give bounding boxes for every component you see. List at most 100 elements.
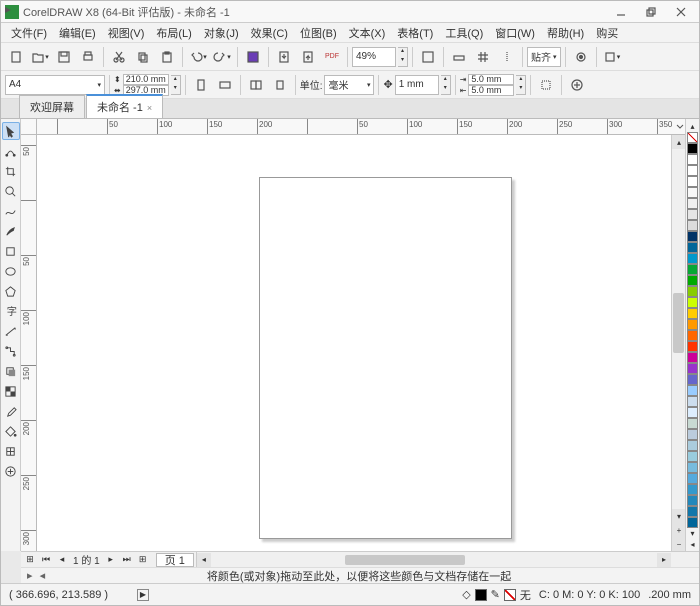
swatch-20[interactable] bbox=[687, 363, 698, 374]
freehand-tool[interactable] bbox=[2, 202, 20, 220]
parallel-dim-tool[interactable] bbox=[2, 322, 20, 340]
menu-8[interactable]: 表格(T) bbox=[391, 23, 439, 43]
palette-up-icon[interactable]: ▴ bbox=[687, 121, 698, 132]
zoom-tool[interactable] bbox=[2, 182, 20, 200]
vertical-scrollbar[interactable]: ▴▾ + − bbox=[671, 135, 685, 551]
last-page-button[interactable]: ⏭ bbox=[120, 553, 134, 567]
nudge-input[interactable] bbox=[395, 75, 439, 95]
ruler-options-icon[interactable] bbox=[675, 119, 685, 135]
restore-button[interactable] bbox=[637, 3, 665, 21]
tab-arrow-icon[interactable] bbox=[0, 0, 16, 20]
first-page-button[interactable]: ⏮ bbox=[39, 553, 53, 567]
snap-dropdown[interactable]: 贴齐▾ bbox=[527, 47, 561, 67]
menu-12[interactable]: 购买 bbox=[590, 23, 624, 43]
swatch-26[interactable] bbox=[687, 429, 698, 440]
swatch-28[interactable] bbox=[687, 451, 698, 462]
ruler-origin[interactable] bbox=[21, 119, 37, 135]
swatch-3[interactable] bbox=[687, 176, 698, 187]
nudge-spinner[interactable]: ▴▾ bbox=[441, 75, 451, 95]
launch-button[interactable]: ▾ bbox=[601, 46, 623, 68]
swatch-0[interactable] bbox=[687, 143, 698, 154]
zoom-input[interactable] bbox=[352, 47, 396, 67]
menu-1[interactable]: 编辑(E) bbox=[53, 23, 102, 43]
swatch-32[interactable] bbox=[687, 495, 698, 506]
export-button[interactable] bbox=[297, 46, 319, 68]
swatch-12[interactable] bbox=[687, 275, 698, 286]
connector-tool[interactable] bbox=[2, 342, 20, 360]
menu-3[interactable]: 布局(L) bbox=[150, 23, 197, 43]
page-tab[interactable]: 页 1 bbox=[156, 553, 194, 567]
transparency-tool[interactable] bbox=[2, 382, 20, 400]
horizontal-ruler[interactable]: 5010015020050100150200250300350 bbox=[37, 119, 675, 135]
new-button[interactable] bbox=[5, 46, 27, 68]
page-width-input[interactable] bbox=[123, 74, 169, 85]
palette-down-icon[interactable]: ▾ bbox=[687, 528, 698, 539]
open-button[interactable]: ▾ bbox=[29, 46, 51, 68]
portrait-button[interactable] bbox=[190, 74, 212, 96]
swatch-14[interactable] bbox=[687, 297, 698, 308]
menu-2[interactable]: 视图(V) bbox=[102, 23, 151, 43]
duplicate-spinner[interactable]: ▴▾ bbox=[516, 75, 526, 95]
cut-button[interactable] bbox=[108, 46, 130, 68]
swatch-4[interactable] bbox=[687, 187, 698, 198]
fullscreen-button[interactable] bbox=[417, 46, 439, 68]
swatch-16[interactable] bbox=[687, 319, 698, 330]
menu-9[interactable]: 工具(Q) bbox=[439, 23, 489, 43]
current-page-button[interactable] bbox=[269, 74, 291, 96]
eyedropper-tool[interactable] bbox=[2, 402, 20, 420]
swatch-22[interactable] bbox=[687, 385, 698, 396]
rectangle-tool[interactable] bbox=[2, 242, 20, 260]
swatch-31[interactable] bbox=[687, 484, 698, 495]
units-dropdown[interactable]: 毫米▾ bbox=[324, 75, 374, 95]
swatch-23[interactable] bbox=[687, 396, 698, 407]
vertical-ruler[interactable]: 5050100150200250300 bbox=[21, 135, 37, 551]
zoom-out-button[interactable]: − bbox=[672, 537, 685, 551]
hint-arrow-icon[interactable]: ▸ ◂ bbox=[27, 569, 47, 582]
page-size-spinner[interactable]: ▴▾ bbox=[171, 75, 181, 95]
zoom-in-button[interactable]: + bbox=[672, 523, 685, 537]
tab-welcome[interactable]: 欢迎屏幕 bbox=[19, 95, 85, 118]
save-button[interactable] bbox=[53, 46, 75, 68]
fill-tool[interactable] bbox=[2, 422, 20, 440]
outline-indicator-icon[interactable]: ✎ bbox=[491, 588, 500, 601]
add-page-after-icon[interactable]: ⊞ bbox=[136, 553, 150, 567]
paste-button[interactable] bbox=[156, 46, 178, 68]
menu-6[interactable]: 位图(B) bbox=[294, 23, 343, 43]
add-page-icon[interactable]: ⊞ bbox=[23, 553, 37, 567]
next-page-button[interactable]: ▸ bbox=[104, 553, 118, 567]
swatch-21[interactable] bbox=[687, 374, 698, 385]
smart-fill-tool[interactable] bbox=[2, 442, 20, 460]
shape-tool[interactable] bbox=[2, 142, 20, 160]
zoom-spinner[interactable]: ▴▾ bbox=[398, 47, 408, 67]
swatch-none[interactable] bbox=[687, 132, 698, 143]
treat-as-filled-button[interactable] bbox=[535, 74, 557, 96]
close-button[interactable] bbox=[667, 3, 695, 21]
menu-4[interactable]: 对象(J) bbox=[198, 23, 245, 43]
text-tool[interactable]: 字 bbox=[2, 302, 20, 320]
import-button[interactable] bbox=[273, 46, 295, 68]
undo-button[interactable]: ▾ bbox=[187, 46, 209, 68]
tab-close-icon[interactable]: × bbox=[147, 103, 152, 113]
swatch-19[interactable] bbox=[687, 352, 698, 363]
prev-page-button[interactable]: ◂ bbox=[55, 553, 69, 567]
swatch-25[interactable] bbox=[687, 418, 698, 429]
landscape-button[interactable] bbox=[214, 74, 236, 96]
swatch-6[interactable] bbox=[687, 209, 698, 220]
print-button[interactable] bbox=[77, 46, 99, 68]
options-button[interactable] bbox=[570, 46, 592, 68]
swatch-34[interactable] bbox=[687, 517, 698, 528]
duplicate-y-input[interactable] bbox=[468, 85, 514, 96]
tab-document[interactable]: 未命名 -1× bbox=[86, 94, 163, 118]
menu-7[interactable]: 文本(X) bbox=[343, 23, 392, 43]
fill-indicator-icon[interactable]: ◇ bbox=[462, 588, 470, 601]
drawing-canvas[interactable] bbox=[37, 135, 671, 551]
swatch-30[interactable] bbox=[687, 473, 698, 484]
pick-tool[interactable] bbox=[2, 122, 20, 140]
object-info-icon[interactable]: ▶ bbox=[137, 589, 149, 601]
menu-11[interactable]: 帮助(H) bbox=[541, 23, 590, 43]
drop-shadow-tool[interactable] bbox=[2, 362, 20, 380]
swatch-18[interactable] bbox=[687, 341, 698, 352]
ellipse-tool[interactable] bbox=[2, 262, 20, 280]
publish-pdf-button[interactable]: PDF bbox=[321, 46, 343, 68]
outline-swatch[interactable] bbox=[504, 589, 516, 601]
